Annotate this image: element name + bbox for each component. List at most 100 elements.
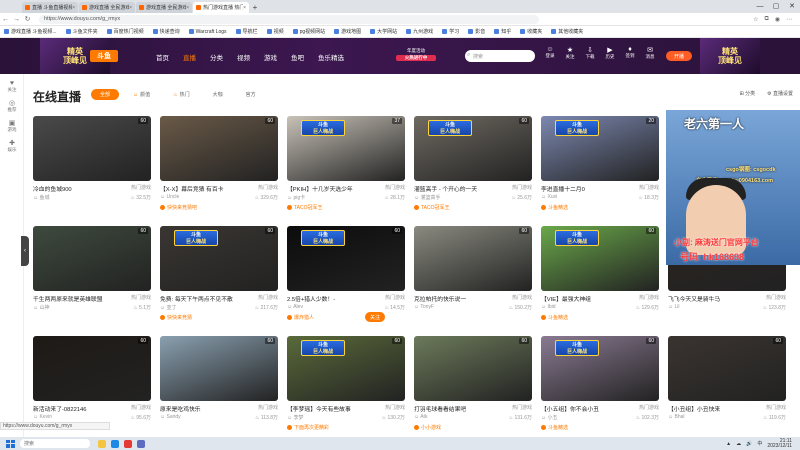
bookmark-item[interactable]: 游戏直播 斗鱼视频... bbox=[4, 28, 57, 35]
stream-thumbnail[interactable]: 斗鱼 巨人嗨战 60 bbox=[287, 336, 405, 401]
bookmark-item[interactable]: 收藏夹 bbox=[520, 28, 542, 35]
promo-badge[interactable]: 年度活动 火热进行中 bbox=[396, 48, 436, 64]
card-category[interactable]: 热门游戏 bbox=[385, 404, 405, 411]
follow-button[interactable]: 关注 bbox=[365, 312, 385, 322]
bookmark-item[interactable]: 快递查询 bbox=[152, 28, 180, 35]
bookmark-item[interactable]: 游戏地图 bbox=[334, 28, 361, 35]
streamer-name[interactable]: ☺ Lil bbox=[668, 304, 680, 311]
close-tab-icon[interactable]: × bbox=[72, 5, 75, 11]
header-icon-item[interactable]: ★ 关注 bbox=[563, 46, 577, 60]
live-card[interactable]: 斗鱼 巨人嗨战 20 李进直播十二月0 热门游戏 ☺ Xuxi ♨ 18.3万 斗鱼精选 bbox=[541, 116, 659, 216]
card-category[interactable]: 热门游戏 bbox=[131, 184, 151, 191]
stream-thumbnail[interactable]: 斗鱼 巨人嗨战 20 bbox=[541, 116, 659, 181]
taskbar-search[interactable]: 搜索 bbox=[20, 439, 90, 448]
bookmark-item[interactable]: Warcraft Logs bbox=[188, 29, 227, 35]
browser-tab[interactable]: 游戏直播 全民游戏直播_斗鱼直播× bbox=[79, 2, 135, 13]
bookmark-item[interactable]: 大学网站 bbox=[370, 28, 397, 35]
card-tag[interactable]: TACO冠军王 bbox=[287, 204, 323, 211]
stream-thumbnail[interactable]: 斗鱼 巨人嗨战 37 bbox=[287, 116, 405, 181]
nav-item[interactable]: 首页 bbox=[156, 52, 169, 62]
stream-thumbnail[interactable]: 斗鱼 巨人嗨战 60 bbox=[541, 336, 659, 401]
card-tag[interactable]: 快快来竞猜吧 bbox=[160, 204, 197, 211]
new-tab-button[interactable]: + bbox=[250, 2, 260, 13]
card-category[interactable]: 热门游戏 bbox=[258, 404, 278, 411]
stream-thumbnail[interactable]: 60 bbox=[160, 116, 278, 181]
card-tag[interactable]: TACO冠军王 bbox=[414, 204, 450, 211]
forward-icon[interactable]: → bbox=[11, 16, 22, 23]
browser-tab[interactable]: 直播 斗鱼直播视频分享与交流网站× bbox=[22, 2, 78, 13]
stream-thumbnail[interactable]: 60 bbox=[414, 336, 532, 401]
edge-icon[interactable] bbox=[111, 439, 119, 448]
streamer-name[interactable]: ☺ Xuxi bbox=[541, 194, 557, 201]
stream-thumbnail[interactable]: 60 bbox=[668, 336, 786, 401]
live-card[interactable]: 斗鱼 巨人嗨战 37 【PKIH】十几岁天选少年 热门游戏 ☺ pig卡 ♨ 28.1万 TA… bbox=[287, 116, 405, 216]
card-category[interactable]: 热门游戏 bbox=[512, 184, 532, 191]
live-card[interactable]: 60 克拉帕托的快乐说一 热门游戏 ☺ TonyF ♨ 150.2万 bbox=[414, 226, 532, 326]
streamer-name[interactable]: ☺ 鱼城 bbox=[33, 194, 50, 201]
live-card[interactable]: 60 原来是吃鸡快乐 热门游戏 ☺ Sandy ♨ 113.8万 bbox=[160, 336, 278, 436]
card-tag[interactable]: 小小游戏 bbox=[414, 424, 441, 431]
bookmark-item[interactable]: 百度热门视频 bbox=[106, 28, 144, 35]
live-card[interactable]: 斗鱼 巨人嗨战 60 【VIE】最强大神组 热门游戏 ☺ Ibid ♨ 129.6万 斗鱼精选 bbox=[541, 226, 659, 326]
browser-tab[interactable]: 游戏直播 全民游戏直播_斗鱼直播× bbox=[136, 2, 192, 13]
filter-chip[interactable]: ♨ 热门 bbox=[164, 89, 199, 100]
sidebar-item[interactable]: ◎ 推荐 bbox=[0, 99, 24, 113]
card-tag[interactable]: 快快来竞猜 bbox=[160, 314, 192, 321]
live-card[interactable]: 60 冷血的鱼城900 热门游戏 ☺ 鱼城 ♨ 32.5万 bbox=[33, 116, 151, 216]
card-category[interactable]: 热门游戏 bbox=[639, 294, 659, 301]
stream-thumbnail[interactable]: 60 bbox=[33, 116, 151, 181]
chrome-icon[interactable] bbox=[124, 439, 132, 448]
stream-thumbnail[interactable]: 斗鱼 巨人嗨战 60 bbox=[541, 226, 659, 291]
sidebar-item[interactable]: ▣ 游戏 bbox=[0, 119, 24, 133]
nav-item[interactable]: 分类 bbox=[210, 52, 223, 62]
live-card[interactable]: 60 千生两两原来就是英雄联盟 热门游戏 ☺ 山神 ♨ 5.1万 bbox=[33, 226, 151, 326]
live-card[interactable]: 60 打羽毛球看看结果吧 热门游戏 ☺ Atk ♨ 131.6万 小小游戏 bbox=[414, 336, 532, 436]
live-card[interactable]: 60 【小丑组】小丑快来 热门游戏 ☺ Bhal ♨ 119.6万 bbox=[668, 336, 786, 436]
live-card[interactable]: 斗鱼 巨人嗨战 60 免费: 每天下午两点不见不散 热门游戏 ☺ 亚丁 ♨ 217.6万 快快… bbox=[160, 226, 278, 326]
streamer-name[interactable]: ☺ Bhal bbox=[668, 414, 685, 421]
maximize-icon[interactable]: ▢ bbox=[768, 0, 784, 12]
douyu-logo[interactable]: 斗鱼 bbox=[90, 50, 118, 62]
back-icon[interactable]: ← bbox=[0, 16, 11, 23]
close-tab-icon[interactable]: × bbox=[243, 5, 246, 11]
streamer-name[interactable]: ☺ 灌篮高手 bbox=[414, 194, 441, 201]
header-icon-item[interactable]: ⇩ 下载 bbox=[583, 46, 597, 60]
header-icon-item[interactable]: ♦ 签到 bbox=[623, 46, 637, 60]
card-tag[interactable]: 下面再次更精彩 bbox=[287, 424, 329, 431]
list-tool[interactable]: ⚙ 直播设置 bbox=[767, 90, 793, 97]
store-icon[interactable] bbox=[137, 439, 145, 448]
streamer-name[interactable]: ☺ Atk bbox=[414, 414, 427, 421]
header-icon-item[interactable]: ▶ 历史 bbox=[603, 46, 617, 60]
filter-chip[interactable]: 大咖 bbox=[203, 89, 232, 100]
profile-icon[interactable]: ◉ bbox=[775, 16, 780, 23]
nav-item[interactable]: 鱼乐精选 bbox=[318, 52, 344, 62]
filter-chip[interactable]: ☺ 颜值 bbox=[124, 89, 160, 100]
star-icon[interactable]: ☆ bbox=[753, 16, 758, 23]
extension-icon[interactable]: ⧉ bbox=[764, 16, 768, 23]
streamer-name[interactable]: ☺ Ibid bbox=[541, 304, 556, 311]
search-input[interactable]: ⌕ 搜索 bbox=[465, 50, 535, 62]
card-tag[interactable]: 斗鱼精选 bbox=[541, 424, 568, 431]
file-explorer-icon[interactable] bbox=[98, 439, 106, 448]
close-tab-icon[interactable]: × bbox=[129, 5, 132, 11]
card-category[interactable]: 热门游戏 bbox=[766, 404, 786, 411]
nav-item[interactable]: 鱼吧 bbox=[291, 52, 304, 62]
bookmark-item[interactable]: 学习 bbox=[442, 28, 459, 35]
header-banner-right[interactable]: 精英 顶峰见 bbox=[700, 38, 760, 74]
nav-item[interactable]: 视频 bbox=[237, 52, 250, 62]
volume-icon[interactable]: 🔊 bbox=[746, 441, 752, 447]
sidebar-collapse-button[interactable]: ‹ bbox=[21, 236, 29, 266]
stream-thumbnail[interactable]: 60 bbox=[414, 226, 532, 291]
card-category[interactable]: 热门游戏 bbox=[385, 184, 405, 191]
live-card[interactable]: 斗鱼 巨人嗨战 60 【李梦瑶】今天有些故事 热门游戏 ☺ 李梦 ♨ 130.2万 下面再次更… bbox=[287, 336, 405, 436]
live-card[interactable]: 斗鱼 巨人嗨战 60 2.5倍+猎人少数！- 热门游戏 ☺ Alev ♨ 14.5万 爆炸猎人… bbox=[287, 226, 405, 326]
streamer-name[interactable]: ☺ Alev bbox=[287, 304, 303, 311]
bookmark-item[interactable]: 导航栏 bbox=[235, 28, 258, 35]
card-category[interactable]: 热门游戏 bbox=[639, 404, 659, 411]
bookmark-item[interactable]: 知乎 bbox=[494, 28, 511, 35]
stream-thumbnail[interactable]: 60 bbox=[33, 226, 151, 291]
bookmark-item[interactable]: 影音 bbox=[468, 28, 485, 35]
list-tool[interactable]: ⊞ 分类 bbox=[740, 90, 756, 97]
streamer-name[interactable]: ☺ Kevin bbox=[33, 414, 52, 421]
card-category[interactable]: 热门游戏 bbox=[131, 294, 151, 301]
